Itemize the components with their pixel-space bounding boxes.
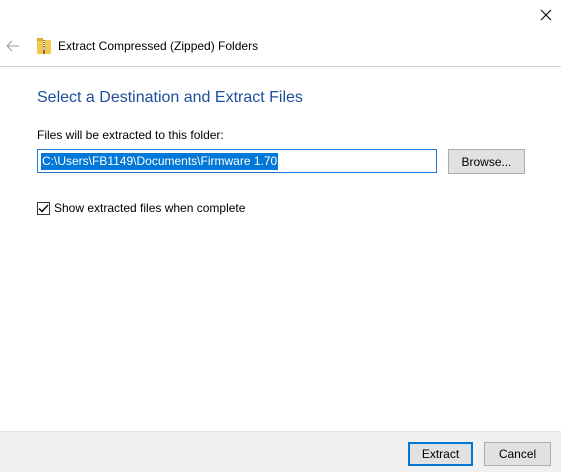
page-title: Select a Destination and Extract Files — [37, 89, 303, 106]
browse-button[interactable]: Browse... — [448, 149, 525, 174]
wizard-title: Extract Compressed (Zipped) Folders — [58, 39, 259, 53]
show-files-option[interactable]: Show extracted files when complete — [37, 201, 245, 215]
checkmark-icon — [38, 204, 49, 212]
cancel-button[interactable]: Cancel — [484, 442, 551, 466]
extract-button[interactable]: Extract — [408, 442, 473, 466]
destination-path-value: C:\Users\FB1149\Documents\Firmware 1.70 — [41, 153, 279, 170]
destination-label: Files will be extracted to this folder: — [37, 128, 224, 142]
header-divider — [0, 66, 561, 67]
close-icon — [540, 9, 552, 21]
zip-folder-icon — [37, 38, 51, 54]
wizard-header: Extract Compressed (Zipped) Folders — [0, 30, 561, 66]
back-button[interactable] — [3, 36, 23, 56]
show-files-label: Show extracted files when complete — [54, 201, 246, 215]
show-files-checkbox[interactable] — [37, 201, 50, 215]
close-button[interactable] — [531, 0, 561, 30]
destination-path-input[interactable]: C:\Users\FB1149\Documents\Firmware 1.70 — [37, 149, 437, 173]
button-bar: Extract Cancel — [0, 431, 561, 472]
back-arrow-icon — [6, 40, 19, 52]
